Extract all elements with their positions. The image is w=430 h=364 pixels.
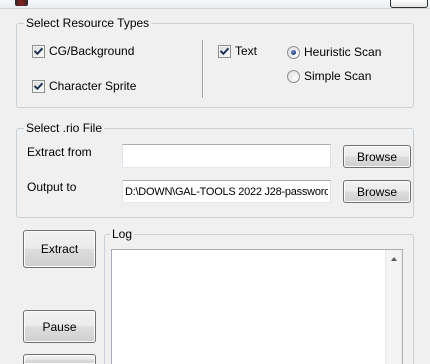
log-title: Log (110, 227, 135, 241)
rio-file-title: Select .rio File (24, 121, 105, 135)
resource-types-separator (202, 40, 204, 98)
checkmark-icon (33, 82, 44, 90)
cg-background-checkbox[interactable]: CG/Background (32, 44, 134, 58)
log-scrollbar[interactable] (385, 250, 402, 364)
simple-scan-radio-circle[interactable] (287, 69, 300, 83)
pause-button[interactable]: Pause (23, 310, 96, 343)
resource-types-title: Select Resource Types (24, 16, 152, 30)
extract-from-browse-button[interactable]: Browse (343, 145, 411, 168)
close-button[interactable] (390, 0, 428, 8)
rio-file-group (16, 128, 414, 218)
heuristic-scan-radio-circle[interactable] (287, 45, 300, 59)
heuristic-scan-radio[interactable]: Heuristic Scan (287, 45, 381, 59)
text-checkbox-box[interactable] (218, 44, 231, 58)
arrow-up-icon (390, 256, 397, 261)
extract-from-input[interactable] (122, 144, 331, 168)
extract-button[interactable]: Extract (23, 230, 96, 268)
title-bar (0, 0, 430, 9)
scroll-up-button[interactable] (385, 250, 402, 267)
resource-types-group (16, 23, 414, 108)
simple-scan-radio[interactable]: Simple Scan (287, 69, 371, 83)
output-to-browse-button[interactable]: Browse (343, 180, 411, 203)
character-sprite-checkbox-box[interactable] (32, 79, 45, 93)
checkmark-icon (219, 47, 230, 55)
text-checkbox[interactable]: Text (218, 44, 257, 58)
extract-from-label: Extract from (27, 145, 92, 159)
log-panel (111, 249, 403, 364)
checkmark-icon (33, 47, 44, 55)
resource-extractor-window: Select Resource Types CG/Background Char… (0, 0, 430, 364)
radio-dot (291, 49, 296, 55)
output-to-label: Output to (27, 180, 77, 194)
character-sprite-label: Character Sprite (49, 79, 137, 93)
output-to-input[interactable] (122, 180, 331, 203)
cg-background-label: CG/Background (49, 44, 135, 58)
heuristic-scan-label: Heuristic Scan (304, 45, 382, 59)
bottom-action-button[interactable] (23, 354, 96, 364)
cg-background-checkbox-box[interactable] (32, 44, 45, 58)
character-sprite-checkbox[interactable]: Character Sprite (32, 79, 136, 93)
text-label: Text (235, 44, 258, 58)
app-icon (15, 0, 28, 6)
simple-scan-label: Simple Scan (304, 69, 372, 83)
log-textarea[interactable] (112, 250, 385, 364)
